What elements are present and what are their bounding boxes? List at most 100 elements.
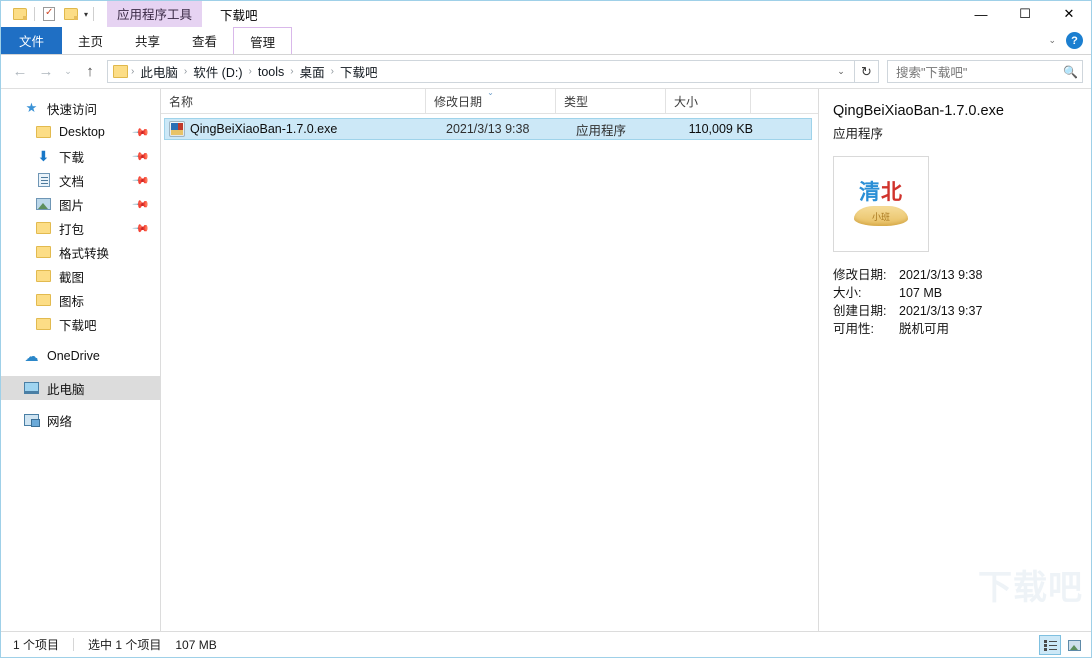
file-type-cell: 应用程序 [576,123,627,138]
close-button[interactable]: ✕ [1047,1,1091,27]
status-selection-size: 107 MB [175,637,217,652]
details-field-size: 大小: 107 MB [833,284,1077,302]
tab-file[interactable]: 文件 [1,27,63,54]
details-thumbnail: 清北 小班 [833,156,929,252]
folder-icon [35,244,52,260]
file-list-pane: 名称 ⌄ 修改日期 类型 大小 QingBeiXiaoBan-1.7.0.exe… [161,88,819,631]
column-header-date[interactable]: ⌄ 修改日期 [426,88,556,113]
title-bar: ▾ 应用程序工具 下载吧 — ☐ ✕ [1,1,1091,27]
sidebar-item-label: Desktop [59,125,105,139]
computer-icon [23,380,40,396]
star-icon: ★ [25,100,38,115]
tab-view[interactable]: 查看 [176,27,233,54]
executable-icon [169,121,185,137]
breadcrumb[interactable]: › 此电脑 › 软件 (D:) › tools › 桌面 › 下载吧 ⌄ [107,60,855,83]
breadcrumb-item-0[interactable]: 此电脑 [135,62,183,81]
sidebar-item-label: OneDrive [47,349,100,363]
sidebar-item-label: 快速访问 [47,102,98,117]
logo-char-right: 北 [881,181,903,204]
search-input[interactable]: 搜索"下载吧" 🔍 [887,60,1083,83]
folder-icon[interactable] [9,3,31,25]
sidebar-item-quick-access[interactable]: ★ 快速访问 [1,96,160,120]
table-row[interactable]: QingBeiXiaoBan-1.7.0.exe 2021/3/13 9:38 … [164,118,812,140]
minimize-button[interactable]: — [959,1,1003,27]
recent-locations-button[interactable]: ⌄ [59,60,77,84]
maximize-button[interactable]: ☐ [1003,1,1047,27]
folder-icon [35,292,52,308]
sidebar-item-label: 截图 [59,270,85,285]
chevron-down-icon[interactable]: ⌄ [1048,35,1056,46]
back-button[interactable]: ← [7,60,33,84]
column-label: 大小 [674,94,699,109]
sidebar-item-label: 网络 [47,414,73,429]
sidebar-item-xiazaiba[interactable]: 下载吧 [1,312,160,336]
breadcrumb-item-1[interactable]: 软件 (D:) [188,62,247,81]
sidebar-item-tubiao[interactable]: 图标 [1,288,160,312]
logo-char-left: 清 [859,181,881,204]
site-watermark: 下载吧 [978,569,1083,607]
column-label: 修改日期 [434,94,483,109]
details-pane: QingBeiXiaoBan-1.7.0.exe 应用程序 清北 小班 修改日期… [819,89,1091,631]
sidebar-item-dabao[interactable]: 打包 📌 [1,216,160,240]
address-bar: ← → ⌄ ↑ › 此电脑 › 软件 (D:) › tools › 桌面 › 下… [1,55,1091,88]
sidebar-item-label: 打包 [59,222,85,237]
folder-icon [35,220,52,236]
help-icon[interactable]: ? [1066,32,1083,49]
search-icon[interactable]: 🔍 [1063,65,1078,79]
column-header-name[interactable]: 名称 [161,89,426,113]
file-rows: QingBeiXiaoBan-1.7.0.exe 2021/3/13 9:38 … [161,114,818,631]
forward-button[interactable]: → [33,60,59,84]
new-folder-icon[interactable] [60,3,82,25]
pin-icon[interactable]: 📌 [132,195,151,213]
sidebar-item-geshizhuanhuan[interactable]: 格式转换 [1,240,160,264]
cloud-icon: ☁ [24,347,39,364]
details-field-availability: 可用性: 脱机可用 [833,320,1077,338]
sort-descending-icon: ⌄ [487,88,494,97]
tab-home[interactable]: 主页 [62,27,119,54]
tab-share[interactable]: 共享 [119,27,176,54]
column-header-size[interactable]: 大小 [666,89,751,113]
pin-icon[interactable]: 📌 [132,219,151,237]
customize-caret-icon[interactable]: ▾ [82,10,90,19]
breadcrumb-item-2[interactable]: tools [253,65,289,79]
sidebar-item-label: 图标 [59,294,85,309]
tab-manage[interactable]: 管理 [233,27,293,54]
pin-icon[interactable]: 📌 [132,171,151,189]
status-bar: 1 个项目 选中 1 个项目 107 MB [1,631,1091,657]
properties-icon[interactable] [38,3,60,25]
large-icons-view-button[interactable] [1063,635,1085,655]
sidebar-item-label: 此电脑 [47,382,85,397]
sidebar-item-desktop[interactable]: Desktop 📌 [1,120,160,144]
file-explorer-window: ▾ 应用程序工具 下载吧 — ☐ ✕ 文件 主页 共享 查看 管理 ⌄ ? ← … [0,0,1092,658]
column-header-type[interactable]: 类型 [556,89,666,113]
breadcrumb-item-3[interactable]: 桌面 [295,62,330,81]
sidebar-item-documents[interactable]: 文档 📌 [1,168,160,192]
breadcrumb-item-4[interactable]: 下载吧 [335,62,383,81]
sidebar-item-downloads[interactable]: ⬇ 下载 📌 [1,144,160,168]
sidebar-item-jietu[interactable]: 截图 [1,264,160,288]
pin-icon[interactable]: 📌 [132,123,151,141]
status-item-count: 1 个项目 [13,638,60,652]
file-size-cell: 110,009 KB [688,122,753,136]
pin-icon[interactable]: 📌 [132,147,151,165]
sidebar-item-this-pc[interactable]: 此电脑 [1,376,160,400]
field-value: 2021/3/13 9:37 [899,304,983,318]
details-subtitle: 应用程序 [833,127,884,141]
sidebar-item-network[interactable]: 网络 [1,408,160,432]
field-value: 2021/3/13 9:38 [899,268,983,282]
sidebar-item-onedrive[interactable]: ☁ OneDrive [1,344,160,368]
details-field-modified: 修改日期: 2021/3/13 9:38 [833,266,1077,284]
file-name-cell: QingBeiXiaoBan-1.7.0.exe [190,122,338,136]
search-placeholder: 搜索"下载吧" [896,66,968,80]
up-button[interactable]: ↑ [77,60,103,84]
refresh-button[interactable]: ↻ [855,60,879,83]
sidebar-item-pictures[interactable]: 图片 📌 [1,192,160,216]
contextual-tab-header: 应用程序工具 [107,1,203,27]
details-view-button[interactable] [1039,635,1061,655]
sidebar-item-label: 下载 [59,150,85,165]
field-label: 可用性: [833,322,874,336]
breadcrumb-dropdown-icon[interactable]: ⌄ [830,66,852,77]
breadcrumb-folder-icon [113,65,128,78]
download-icon: ⬇ [37,147,50,164]
details-field-created: 创建日期: 2021/3/13 9:37 [833,302,1077,320]
